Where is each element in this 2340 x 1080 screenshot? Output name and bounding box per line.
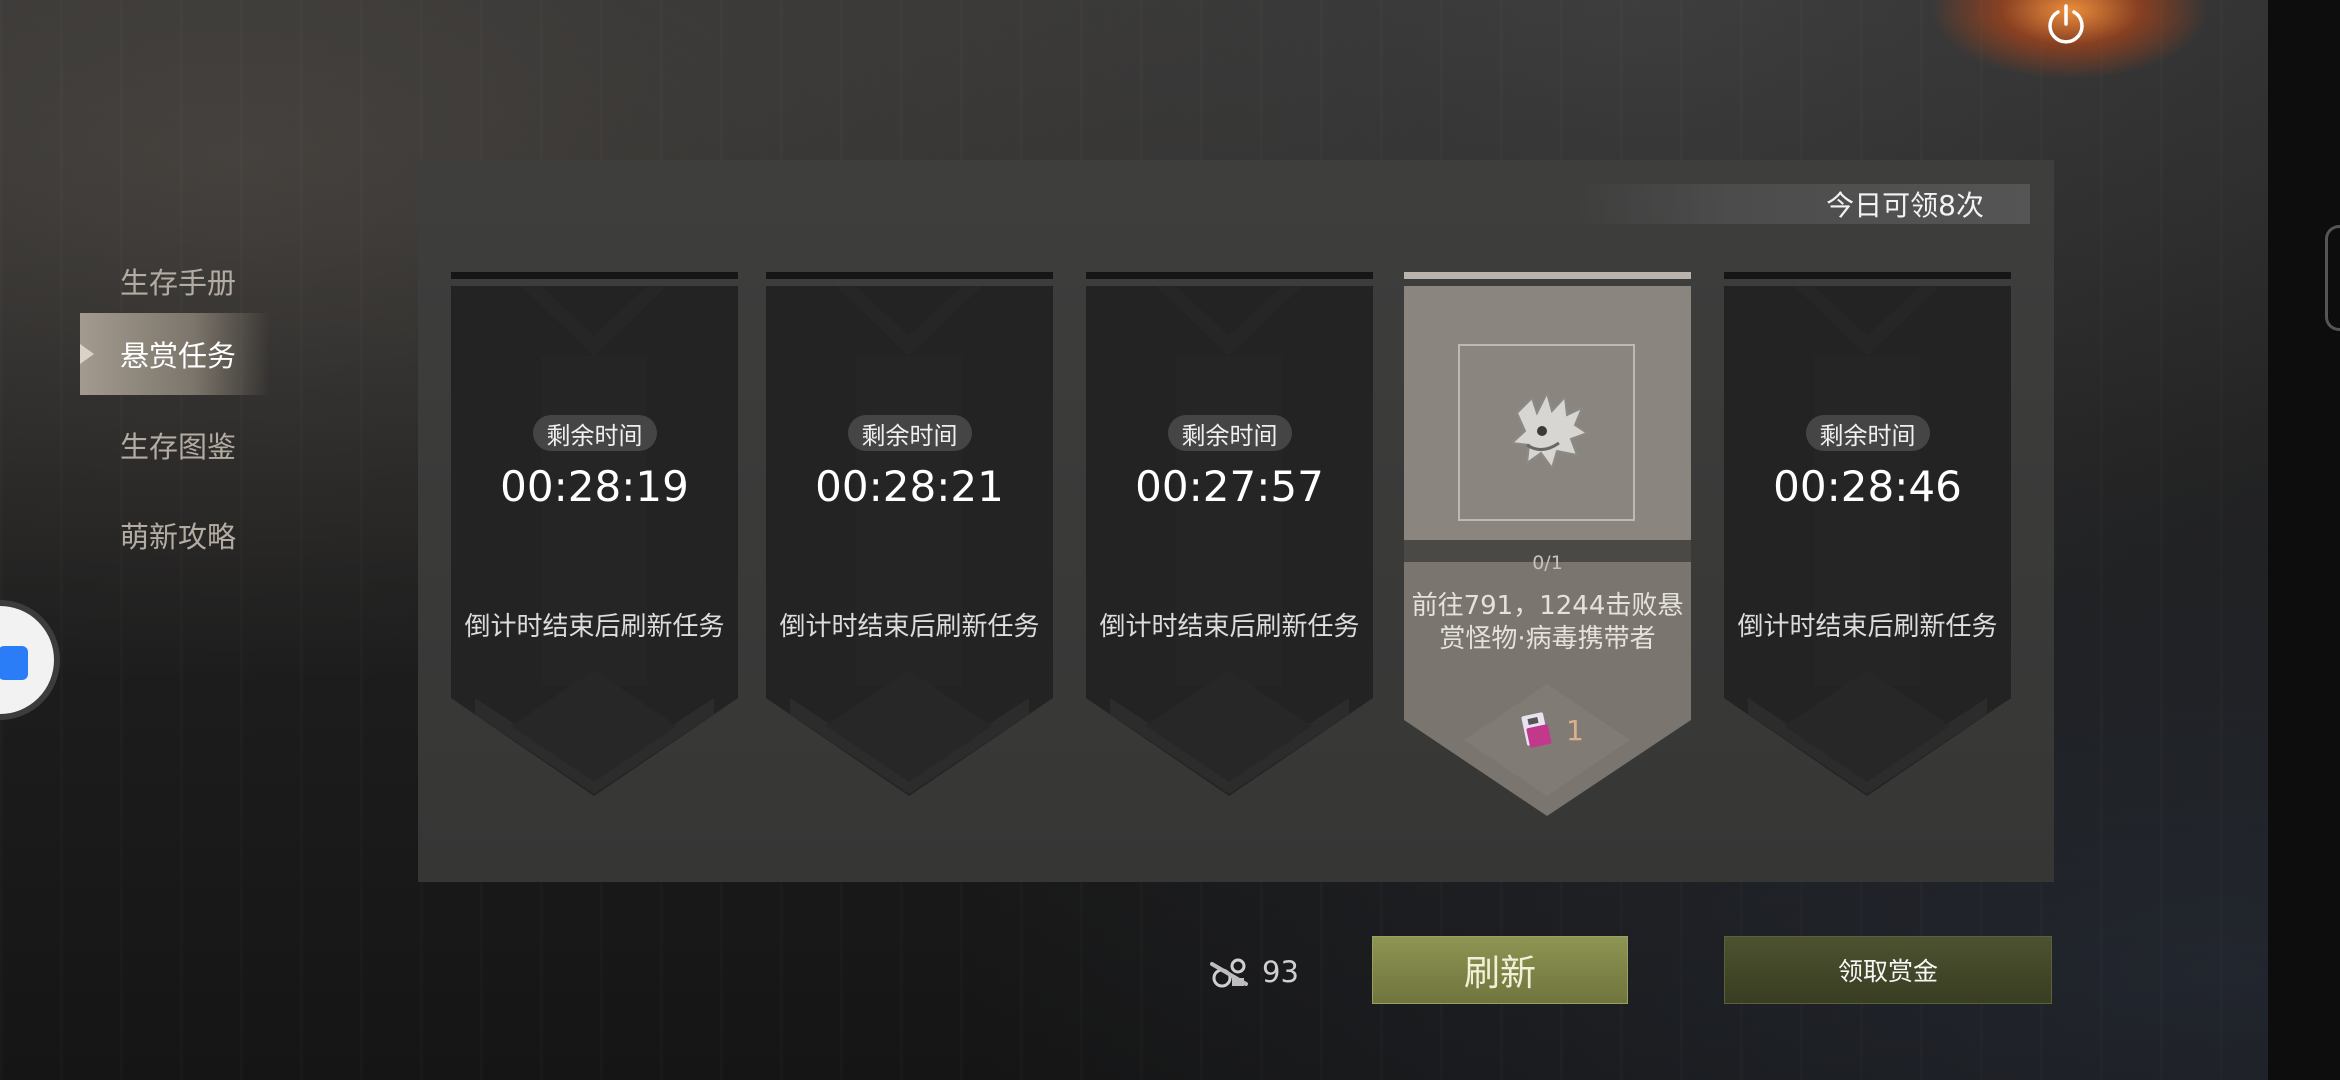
sidebar-item-label: 萌新攻略 (120, 520, 237, 554)
refresh-button-label: 刷新 (1463, 953, 1536, 994)
currency-display: 93 (1208, 952, 1299, 992)
refresh-hint: 倒计时结束后刷新任务 (1099, 612, 1360, 642)
claim-bounty-button-label: 领取赏金 (1837, 957, 1938, 986)
countdown-timer: 00:27:57 (1135, 462, 1324, 511)
bounty-card-active[interactable]: 0/1 前往791，1244击败悬 赏怪物·病毒携带者 1 (1404, 272, 1691, 816)
bounty-card-empty[interactable]: 剩余时间 00:28:46 倒计时结束后刷新任务 (1724, 272, 2011, 796)
side-drawer-handle[interactable] (2325, 225, 2340, 331)
sidebar-item-beginner-guide[interactable]: 萌新攻略 (80, 494, 270, 576)
sidebar-item-survival-codex[interactable]: 生存图鉴 (80, 404, 270, 486)
card-top-bar (1086, 272, 1373, 279)
monster-portrait-frame (1458, 344, 1635, 521)
card-top-bar (1404, 272, 1691, 279)
card-banner-shape (766, 286, 1053, 796)
card-banner-shape (1086, 286, 1373, 796)
claim-bounty-button[interactable]: 领取赏金 (1724, 936, 2052, 1004)
remaining-time-badge: 剩余时间 (847, 415, 972, 451)
countdown-timer: 00:28:19 (500, 462, 689, 511)
refresh-hint: 倒计时结束后刷新任务 (1737, 612, 1998, 642)
task-description-line: 赏怪物·病毒携带者 (1439, 624, 1656, 654)
virus-carrier-monster-icon (1509, 389, 1589, 470)
daily-quota-text: 今日可领8次 (1826, 189, 1984, 222)
right-edge-strip (2268, 0, 2340, 1080)
card-top-bar (1724, 272, 2011, 279)
bounty-panel: 今日可领8次 剩余时间 00:28:19 倒计时结束后刷新任务 剩余时间 00:… (418, 160, 2054, 882)
reward-count: 1 (1566, 713, 1584, 747)
countdown-timer: 00:28:21 (815, 462, 1004, 511)
sidebar-item-survival-handbook[interactable]: 生存手册 (80, 240, 270, 322)
sidebar-item-label: 生存图鉴 (120, 430, 237, 464)
currency-amount: 93 (1262, 955, 1299, 989)
parts-icon (1210, 958, 1248, 988)
card-banner-shape (451, 286, 738, 796)
power-button[interactable] (2042, 0, 2090, 48)
remaining-time-badge: 剩余时间 (1167, 415, 1292, 451)
refresh-button[interactable]: 刷新 (1372, 936, 1628, 1004)
refresh-hint: 倒计时结束后刷新任务 (464, 612, 725, 642)
sidebar-item-label: 生存手册 (120, 266, 237, 300)
remaining-time-badge: 剩余时间 (1805, 415, 1930, 451)
card-top-bar (451, 272, 738, 279)
countdown-timer: 00:28:46 (1773, 462, 1962, 511)
card-top-bar (766, 272, 1053, 279)
sidebar-item-bounty-tasks[interactable]: 悬赏任务 (80, 313, 270, 395)
power-icon (2048, 4, 2084, 44)
reward-card-icon (1521, 712, 1552, 748)
daily-quota-banner: 今日可领8次 (1568, 184, 2030, 224)
bounty-card-empty[interactable]: 剩余时间 00:28:21 倒计时结束后刷新任务 (766, 272, 1053, 796)
bounty-card-empty[interactable]: 剩余时间 00:27:57 倒计时结束后刷新任务 (1086, 272, 1373, 796)
card-banner-shape (1724, 286, 2011, 796)
task-progress: 0/1 (1532, 552, 1563, 574)
refresh-hint: 倒计时结束后刷新任务 (779, 612, 1040, 642)
task-reward: 1 (1516, 710, 1584, 750)
task-description-line: 前往791，1244击败悬 (1411, 591, 1684, 621)
task-description: 前往791，1244击败悬 赏怪物·病毒携带者 (1404, 590, 1691, 656)
bounty-card-empty[interactable]: 剩余时间 00:28:19 倒计时结束后刷新任务 (451, 272, 738, 796)
assistant-icon (0, 646, 28, 680)
remaining-time-badge: 剩余时间 (532, 415, 657, 451)
sidebar-item-label: 悬赏任务 (120, 339, 237, 373)
